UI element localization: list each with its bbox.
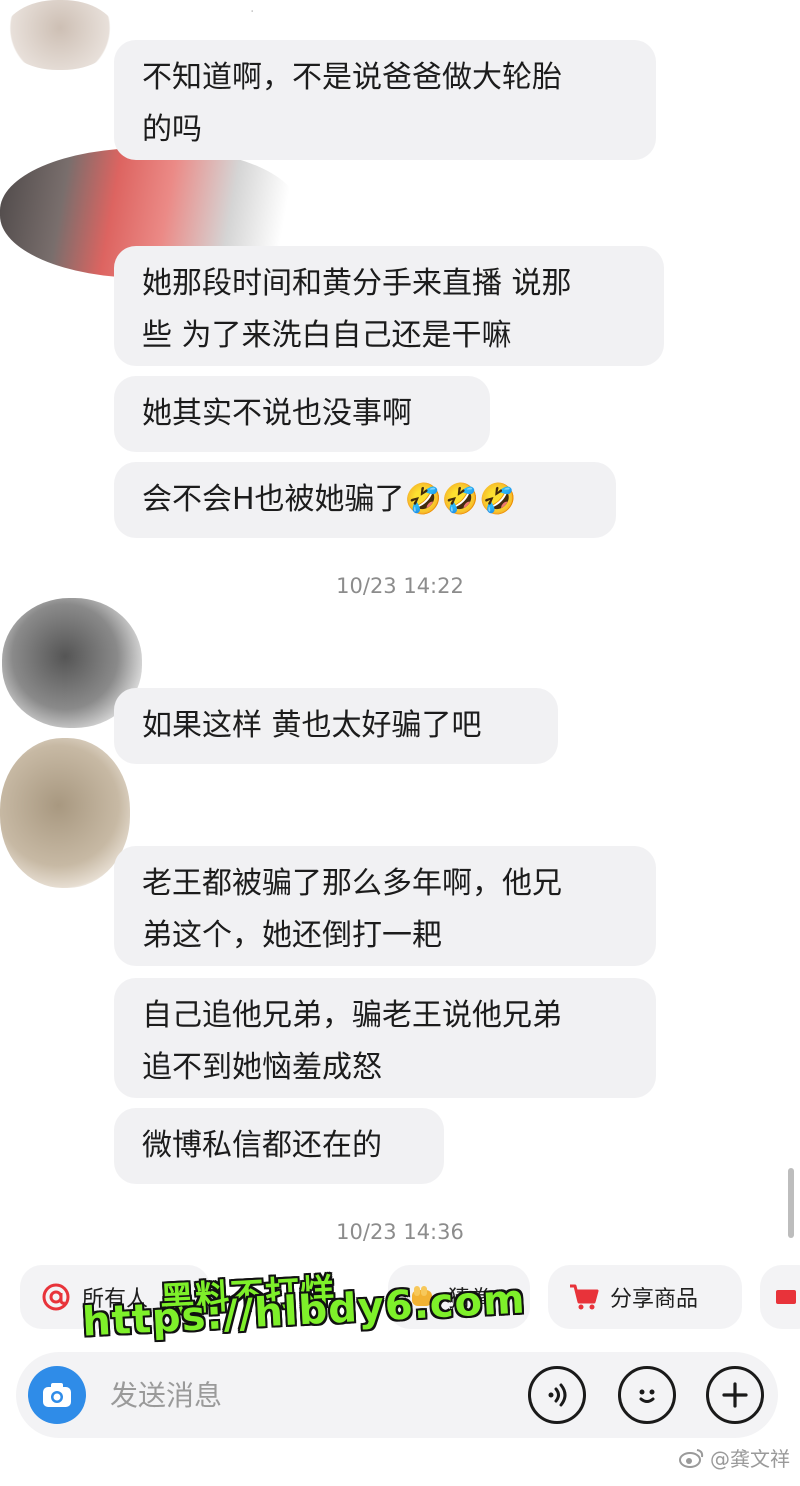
emoji-button[interactable] xyxy=(618,1366,676,1424)
message-bubble[interactable]: 老王都被骗了那么多年啊，他兄 弟这个，她还倒打一耙 xyxy=(114,846,656,966)
message-bubble[interactable]: 如果这样 黄也太好骗了吧 xyxy=(114,688,558,764)
message-bubble[interactable]: 自己追他兄弟，骗老王说他兄弟 追不到她恼羞成怒 xyxy=(114,978,656,1098)
credit-text: @龚文祥 xyxy=(710,1447,790,1471)
message-bubble[interactable]: 她其实不说也没事啊 xyxy=(114,376,490,452)
credit-label: @龚文祥 xyxy=(678,1443,790,1472)
at-icon xyxy=(40,1281,72,1313)
chip-label: 分享商品 xyxy=(610,1287,699,1312)
share-product-chip[interactable]: 分享商品 xyxy=(548,1265,742,1329)
redacted-avatar xyxy=(0,738,130,888)
message-input-bar: 发送消息 xyxy=(16,1352,778,1438)
add-button[interactable] xyxy=(706,1366,764,1424)
scrollbar[interactable] xyxy=(788,1168,794,1238)
timestamp: 10/23 14:36 xyxy=(336,1220,464,1244)
more-chip[interactable] xyxy=(760,1265,800,1329)
message-input[interactable]: 发送消息 xyxy=(110,1374,222,1414)
voice-button[interactable] xyxy=(528,1366,586,1424)
message-bubble[interactable]: 会不会H也被她骗了🤣🤣🤣 xyxy=(114,462,616,538)
sender-name: · xyxy=(250,4,255,20)
message-bubble[interactable]: 她那段时间和黄分手来直播 说那 些 为了来洗白自己还是干嘛 xyxy=(114,246,664,366)
ticket-icon xyxy=(774,1285,798,1309)
smiley-icon xyxy=(639,1389,655,1403)
plus-icon xyxy=(722,1382,748,1408)
camera-button[interactable] xyxy=(28,1366,86,1424)
voice-icon xyxy=(548,1383,567,1407)
message-bubble[interactable]: 微博私信都还在的 xyxy=(114,1108,444,1184)
weibo-icon xyxy=(679,1448,704,1468)
timestamp: 10/23 14:22 xyxy=(336,574,464,598)
message-bubble[interactable]: 不知道啊，不是说爸爸做大轮胎 的吗 xyxy=(114,40,656,160)
camera-icon xyxy=(43,1383,71,1407)
redacted-avatar xyxy=(4,0,116,70)
cart-icon xyxy=(568,1282,600,1312)
